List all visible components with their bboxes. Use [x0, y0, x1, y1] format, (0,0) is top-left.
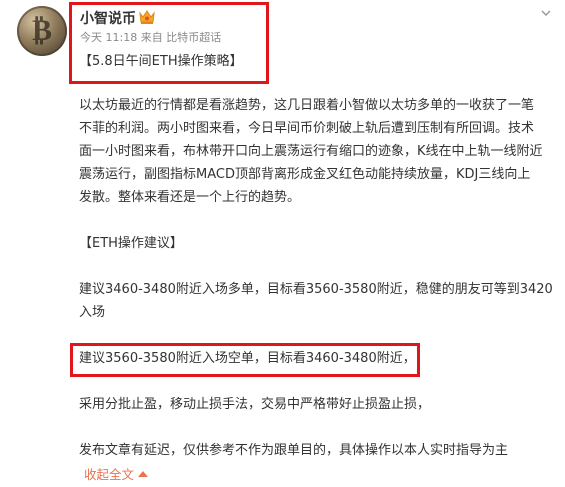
suggestion-long-line-1: 建议3460-3480附近入场多单，目标看3560-3580附近，稳健的朋友可等…: [79, 282, 553, 297]
section-heading: 【ETH操作建议】: [79, 236, 183, 251]
crown-badge-icon: [139, 10, 155, 24]
post-meta: 今天 11:18 来自 比特币超话: [80, 31, 222, 44]
analysis-line-1: 以太坊最近的行情都是看涨趋势，这几日跟着小智做以太坊多单的一收获了一笔: [79, 98, 535, 113]
analysis-line-3: 面一小时图来看，布林带开口向上震荡运行有缩口的迹象，K线在中上轨一线附近: [79, 144, 543, 159]
collapse-label[interactable]: 收起全文: [84, 464, 134, 483]
suggestion-short: 建议3560-3580附近入场空单，目标看3460-3480附近，: [79, 351, 416, 366]
suggestion-long-line-2: 入场: [79, 305, 106, 320]
bitcoin-icon: ₿: [31, 13, 52, 48]
avatar[interactable]: ₿: [17, 6, 67, 56]
analysis-line-2: 不菲的利润。两小时图来看，今日早间币价刺破上轨后遭到压制有所回调。技术: [79, 121, 535, 136]
analysis-line-4: 震荡运行，副图指标MACD顶部背离形成金叉红色动能持续放量，KDJ三线向上: [79, 167, 531, 182]
triangle-up-icon: [138, 470, 149, 477]
analysis-line-5: 发散。整体来看还是一个上行的趋势。: [79, 190, 301, 205]
collapse-full-text-link[interactable]: 收起全文: [84, 464, 149, 483]
chevron-down-icon[interactable]: [539, 6, 553, 20]
post-title: 【5.8日午间ETH操作策略】: [79, 54, 243, 69]
disclaimer: 发布文章有延迟，仅供参考不作为跟单目的，具体操作以本人实时指导为主: [79, 443, 509, 458]
username[interactable]: 小智说币: [80, 8, 136, 28]
risk-note: 采用分批止盈，移动止损手法，交易中严格带好止损盈止损，: [79, 397, 431, 412]
